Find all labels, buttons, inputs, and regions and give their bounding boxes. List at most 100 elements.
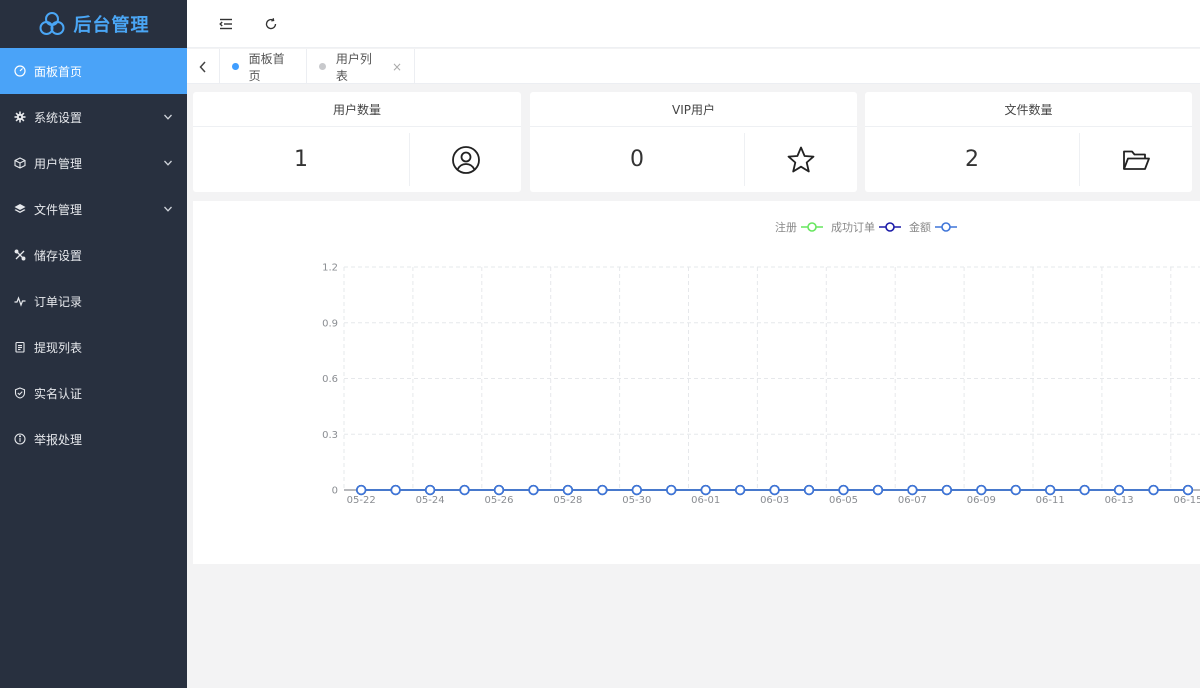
x-tick-label: 06-07 <box>898 495 927 506</box>
card-title: VIP用户 <box>530 92 857 127</box>
clipboard-icon <box>14 341 26 353</box>
tools-icon <box>14 249 26 261</box>
sidebar-item-9[interactable]: 举报处理 <box>0 416 187 462</box>
y-tick-label: 1.2 <box>322 263 338 274</box>
gear-icon <box>14 111 26 123</box>
sidebar-item-label: 举报处理 <box>34 432 83 447</box>
info-icon <box>14 433 26 445</box>
folder-open-icon <box>1080 127 1192 192</box>
sidebar-item-6[interactable]: 订单记录 <box>0 278 187 324</box>
sidebar-item-label: 提现列表 <box>34 340 83 355</box>
card-value: 1 <box>294 147 308 172</box>
sidebar-item-label: 实名认证 <box>34 386 83 401</box>
data-point <box>1182 484 1194 496</box>
refresh-button[interactable] <box>262 15 280 33</box>
layers-icon <box>14 203 26 215</box>
x-tick-label: 05-28 <box>553 495 582 506</box>
activity-icon <box>14 295 26 307</box>
tab-active-dot <box>232 63 239 70</box>
card-title: 用户数量 <box>193 92 521 127</box>
sidebar-item-2[interactable]: 系统设置 <box>0 94 187 140</box>
data-point <box>1079 484 1090 496</box>
data-point <box>907 484 918 496</box>
y-tick-label: 0 <box>332 486 338 497</box>
tab-close-icon[interactable]: × <box>392 60 402 74</box>
x-tick-label: 05-22 <box>347 495 376 506</box>
sidebar-item-label: 用户管理 <box>34 156 83 171</box>
tab-dot <box>319 63 326 70</box>
data-point <box>631 484 642 496</box>
chevron-left-icon <box>199 60 206 73</box>
x-tick-label: 06-13 <box>1105 495 1134 506</box>
data-point <box>872 484 884 496</box>
data-point <box>666 484 677 496</box>
sidebar-item-1[interactable]: 面板首页 <box>0 48 187 94</box>
data-point <box>356 484 367 496</box>
shield-check-icon <box>14 387 26 399</box>
sidebar-item-label: 系统设置 <box>34 110 83 125</box>
brand[interactable]: 后台管理 <box>0 0 187 48</box>
data-point <box>735 484 746 496</box>
x-tick-label: 06-05 <box>829 495 858 506</box>
data-point <box>1010 484 1021 496</box>
data-point <box>803 484 815 496</box>
x-tick-label: 05-26 <box>484 495 513 506</box>
data-point <box>1045 484 1056 496</box>
x-tick-label: 05-30 <box>622 495 651 506</box>
sidebar-item-3[interactable]: 用户管理 <box>0 140 187 186</box>
tab-label: 用户列表 <box>335 51 372 83</box>
sidebar-item-7[interactable]: 提现列表 <box>0 324 187 370</box>
y-tick-label: 0.9 <box>322 318 338 329</box>
data-point <box>493 484 505 496</box>
x-tick-label: 05-24 <box>416 495 445 506</box>
stat-card-files: 文件数量 2 <box>865 92 1192 192</box>
tab-scroll-left-button[interactable] <box>187 49 220 84</box>
x-tick-label: 06-03 <box>760 495 789 506</box>
data-point <box>769 484 780 496</box>
data-point <box>424 484 436 496</box>
data-point <box>390 484 401 496</box>
refresh-icon <box>265 18 277 30</box>
data-point <box>976 484 987 496</box>
brand-logo-icon <box>39 12 64 35</box>
sidebar-menu: 面板首页系统设置用户管理文件管理储存设置订单记录提现列表实名认证举报处理 <box>0 48 187 462</box>
sidebar-item-label: 面板首页 <box>34 64 83 79</box>
x-tick-label: 06-09 <box>967 495 996 506</box>
collapse-menu-button[interactable] <box>217 15 235 33</box>
brand-title: 后台管理 <box>73 15 150 36</box>
data-point <box>700 484 711 496</box>
tab-dashboard[interactable]: 面板首页 <box>220 49 307 84</box>
card-value: 2 <box>965 147 979 172</box>
y-tick-label: 0.6 <box>322 374 338 385</box>
data-point <box>459 484 470 496</box>
user-circle-icon <box>410 127 521 192</box>
stat-card-users: 用户数量 1 <box>193 92 521 192</box>
data-point <box>528 484 539 496</box>
star-icon <box>745 127 857 192</box>
sidebar-item-8[interactable]: 实名认证 <box>0 370 187 416</box>
tab-bar: 面板首页 用户列表 × <box>187 49 1200 84</box>
sidebar-item-4[interactable]: 文件管理 <box>0 186 187 232</box>
collapse-menu-icon <box>219 18 232 30</box>
tab-user-list[interactable]: 用户列表 × <box>307 49 415 84</box>
chart-panel: 注册 成功订单 金额 0 0.3 0.6 0.9 1.2 05-22 05-24 05-26 05-… <box>193 201 1200 564</box>
tab-label: 面板首页 <box>248 51 285 83</box>
chevron-down-icon <box>163 203 173 213</box>
chevron-down-icon <box>163 111 173 121</box>
sidebar-item-label: 订单记录 <box>34 294 83 309</box>
card-value: 0 <box>630 147 644 172</box>
sidebar-item-5[interactable]: 储存设置 <box>0 232 187 278</box>
sidebar-item-label: 储存设置 <box>34 248 83 263</box>
data-point <box>941 484 952 496</box>
data-point <box>838 484 849 496</box>
x-tick-label: 06-15 <box>1173 495 1200 506</box>
sidebar: 后台管理 面板首页系统设置用户管理文件管理储存设置订单记录提现列表实名认证举报处… <box>0 0 187 688</box>
topbar <box>187 0 1200 48</box>
data-point <box>1113 484 1125 496</box>
data-point <box>1148 484 1159 496</box>
chevron-down-icon <box>163 157 173 167</box>
x-tick-label: 06-11 <box>1036 495 1065 506</box>
line-chart: 0 0.3 0.6 0.9 1.2 05-22 05-24 05-26 05-28 05-30 06… <box>322 263 1200 506</box>
x-tick-label: 06-01 <box>691 495 720 506</box>
data-point <box>562 484 574 496</box>
